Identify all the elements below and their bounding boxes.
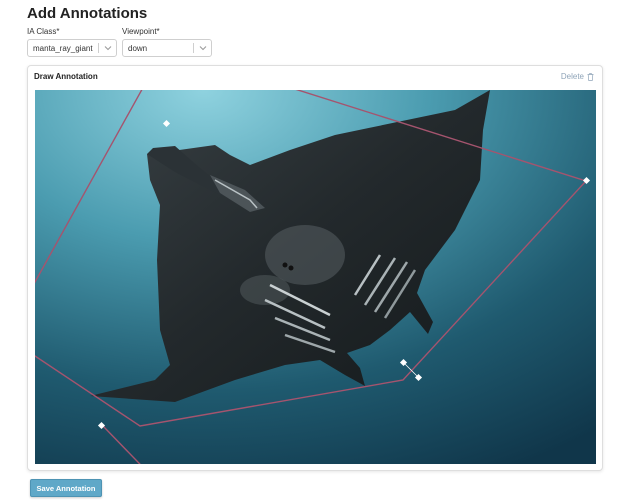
annotation-canvas[interactable] <box>35 90 596 464</box>
manta-ray-photo <box>35 90 596 464</box>
viewpoint-select[interactable]: down <box>122 39 212 57</box>
select-separator <box>98 43 99 53</box>
draw-annotation-card: Draw Annotation Delete <box>27 65 603 471</box>
viewpoint-label: Viewpoint* <box>122 27 160 36</box>
select-separator <box>193 43 194 53</box>
save-annotation-button[interactable]: Save Annotation <box>30 479 102 497</box>
ia-class-value: manta_ray_giant <box>33 43 93 53</box>
delete-button[interactable]: Delete <box>561 72 594 81</box>
chevron-down-icon[interactable] <box>198 43 208 53</box>
delete-label: Delete <box>560 72 584 81</box>
page-title: Add Annotations <box>27 5 148 22</box>
trash-icon <box>587 72 594 81</box>
ia-class-label: IA Class* <box>27 27 60 36</box>
viewpoint-value: down <box>128 43 148 53</box>
card-title: Draw Annotation <box>34 72 98 81</box>
ia-class-select[interactable]: manta_ray_giant <box>27 39 117 57</box>
chevron-down-icon[interactable] <box>103 43 113 53</box>
